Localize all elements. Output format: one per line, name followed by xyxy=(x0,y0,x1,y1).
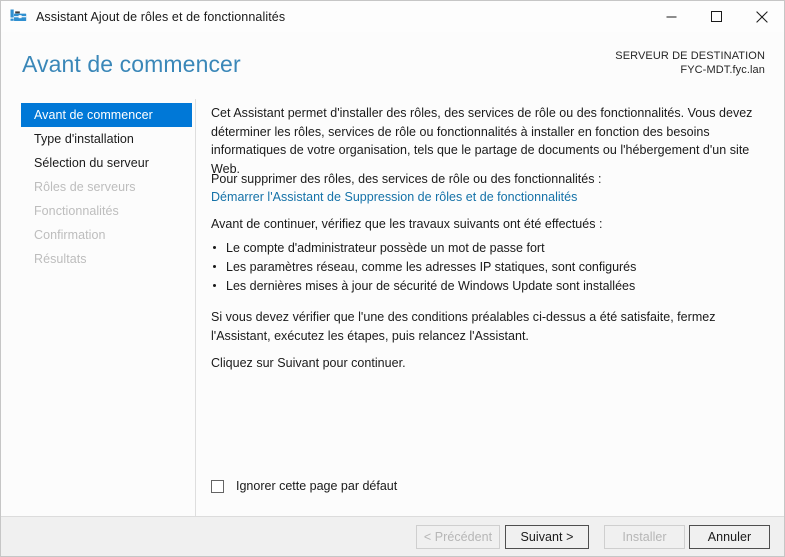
previous-button[interactable]: < Précédent xyxy=(416,525,500,549)
intro-paragraph: Cet Assistant permet d'installer des rôl… xyxy=(211,106,753,176)
skip-page-row[interactable]: Ignorer cette page par défaut xyxy=(211,479,397,493)
prereq-intro-paragraph: Avant de continuer, vérifiez que les tra… xyxy=(211,217,603,231)
remove-roles-wizard-link[interactable]: Démarrer l'Assistant de Suppression de r… xyxy=(211,190,577,204)
prerequisites-list: Le compte d'administrateur possède un mo… xyxy=(211,239,767,296)
maximize-icon xyxy=(711,11,722,22)
sidebar-item-type-installation[interactable]: Type d'installation xyxy=(21,127,192,151)
window-title: Assistant Ajout de rôles et de fonctionn… xyxy=(36,9,286,24)
sidebar-item-confirmation: Confirmation xyxy=(34,228,106,242)
destination-server-label: SERVEUR DE DESTINATION xyxy=(615,50,765,62)
list-item-label: Les dernières mises à jour de sécurité d… xyxy=(226,279,636,293)
list-item: Le compte d'administrateur possède un mo… xyxy=(211,239,767,258)
window-controls xyxy=(649,1,784,32)
skip-page-label: Ignorer cette page par défaut xyxy=(236,479,398,493)
list-item: Les dernières mises à jour de sécurité d… xyxy=(211,277,767,296)
remove-intro-paragraph: Pour supprimer des rôles, des services d… xyxy=(211,172,602,186)
wizard-navigation: Avant de commencer Type d'installation S… xyxy=(1,99,195,516)
sidebar-item-selection-serveur[interactable]: Sélection du serveur xyxy=(21,151,192,175)
wizard-window: Assistant Ajout de rôles et de fonctionn… xyxy=(0,0,785,557)
page-title: Avant de commencer xyxy=(22,51,241,77)
sidebar-item-avant-de-commencer[interactable]: Avant de commencer xyxy=(21,103,192,127)
sidebar-item-resultats: Résultats xyxy=(34,252,87,266)
minimize-button[interactable] xyxy=(649,1,694,32)
bullet-icon xyxy=(213,284,216,287)
continue-paragraph: Cliquez sur Suivant pour continuer. xyxy=(211,356,406,370)
sidebar-item-fonctionnalites: Fonctionnalités xyxy=(34,204,119,218)
next-button[interactable]: Suivant > xyxy=(505,525,589,549)
list-item: Les paramètres réseau, comme les adresse… xyxy=(211,258,767,277)
close-icon xyxy=(755,10,768,23)
page-header: Avant de commencer SERVEUR DE DESTINATIO… xyxy=(1,32,784,99)
cancel-button[interactable]: Annuler xyxy=(689,525,770,549)
title-bar: Assistant Ajout de rôles et de fonctionn… xyxy=(1,1,784,32)
minimize-icon xyxy=(666,16,677,18)
verify-paragraph: Si vous devez vérifier que l'une des con… xyxy=(211,310,716,343)
bullet-icon xyxy=(213,265,216,268)
destination-server-block: SERVEUR DE DESTINATION FYC-MDT.fyc.lan xyxy=(615,49,765,77)
list-item-label: Le compte d'administrateur possède un mo… xyxy=(226,241,545,255)
toolbox-icon xyxy=(10,9,27,25)
list-item-label: Les paramètres réseau, comme les adresse… xyxy=(226,260,637,274)
destination-server-name: FYC-MDT.fyc.lan xyxy=(680,64,765,76)
bullet-icon xyxy=(213,246,216,249)
close-button[interactable] xyxy=(739,1,784,32)
maximize-button[interactable] xyxy=(694,1,739,32)
wizard-footer: < Précédent Suivant > Installer Annuler xyxy=(1,516,784,556)
remove-wizard-link-row: Démarrer l'Assistant de Suppression de r… xyxy=(211,188,767,207)
wizard-content: Cet Assistant permet d'installer des rôl… xyxy=(196,99,784,516)
sidebar-item-roles-serveurs: Rôles de serveurs xyxy=(34,180,136,194)
skip-page-checkbox[interactable] xyxy=(211,479,224,493)
install-button[interactable]: Installer xyxy=(604,525,685,549)
